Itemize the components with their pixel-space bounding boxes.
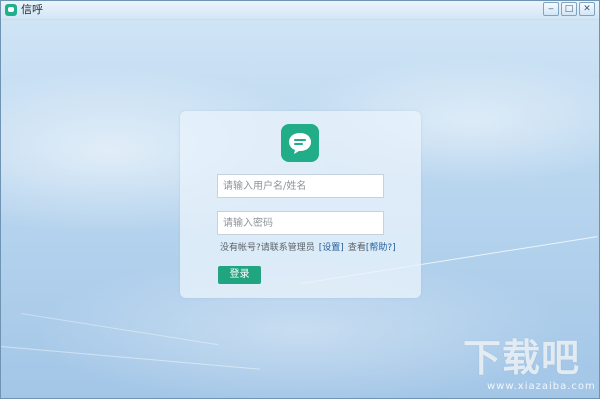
window-controls: ‒ □ ✕ <box>543 2 595 16</box>
login-button[interactable]: 登录 <box>218 266 261 284</box>
help-line: 没有帐号?请联系管理员 [设置] 查看[帮助?] <box>220 242 396 254</box>
maximize-button[interactable]: □ <box>561 2 577 16</box>
login-panel: 没有帐号?请联系管理员 [设置]查看[帮助?] 登录 <box>180 111 421 298</box>
settings-link[interactable]: [设置] <box>319 243 344 253</box>
password-input[interactable] <box>217 211 384 235</box>
app-window: 信呼 ‒ □ ✕ 没有帐号?请联系管理员 [设置]查看[帮助?] 登录 下载吧 w… <box>0 0 600 399</box>
view-text: 查看 <box>347 243 366 253</box>
logo-graphic <box>289 133 311 154</box>
chat-bubble-icon <box>281 124 319 162</box>
watermark-text: 下载吧 <box>463 336 581 380</box>
close-button[interactable]: ✕ <box>579 2 595 16</box>
watermark-url: www.xiazaiba.com <box>487 381 596 392</box>
watermark-logo: 下载吧 www.xiazaiba.com <box>459 337 595 397</box>
background-streak <box>1 346 261 370</box>
help-link[interactable]: [帮助?] <box>366 243 396 253</box>
no-account-text: 没有帐号?请联系管理员 <box>220 243 315 253</box>
title-bar[interactable]: 信呼 ‒ □ ✕ <box>1 1 599 20</box>
background-streak <box>20 313 219 346</box>
username-input[interactable] <box>217 174 384 198</box>
chat-bubble-icon <box>5 4 17 16</box>
minimize-button[interactable]: ‒ <box>543 2 559 16</box>
window-title: 信呼 <box>21 3 43 16</box>
